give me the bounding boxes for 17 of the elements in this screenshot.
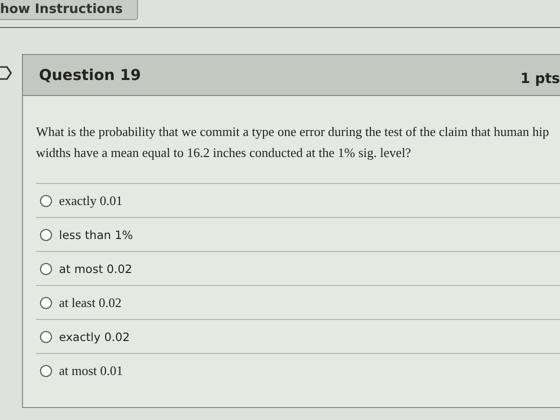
radio-button[interactable] (40, 228, 52, 240)
answer-label: exactly 0.01 (59, 192, 123, 208)
radio-button[interactable] (40, 262, 52, 274)
radio-button[interactable] (40, 330, 52, 342)
question-title: Question 19 (39, 66, 141, 84)
show-instructions-button[interactable]: how Instructions (0, 0, 138, 20)
answer-label: at most 0.01 (59, 362, 123, 378)
bookmark-icon[interactable] (0, 66, 12, 80)
answer-label: exactly 0.02 (59, 330, 130, 344)
question-text: What is the probability that we commit a type one error during the test of the claim that human hip widths have a mean equal to 16.2 inches conducted at the 1% sig. level? (36, 123, 550, 162)
answer-label: less than 1% (59, 228, 133, 242)
radio-button[interactable] (40, 364, 52, 376)
radio-button[interactable] (40, 194, 52, 206)
points-label: 1 pts (520, 71, 560, 87)
answer-label: at most 0.02 (59, 262, 132, 276)
radio-button[interactable] (40, 296, 52, 308)
answer-label: at least 0.02 (59, 294, 122, 310)
